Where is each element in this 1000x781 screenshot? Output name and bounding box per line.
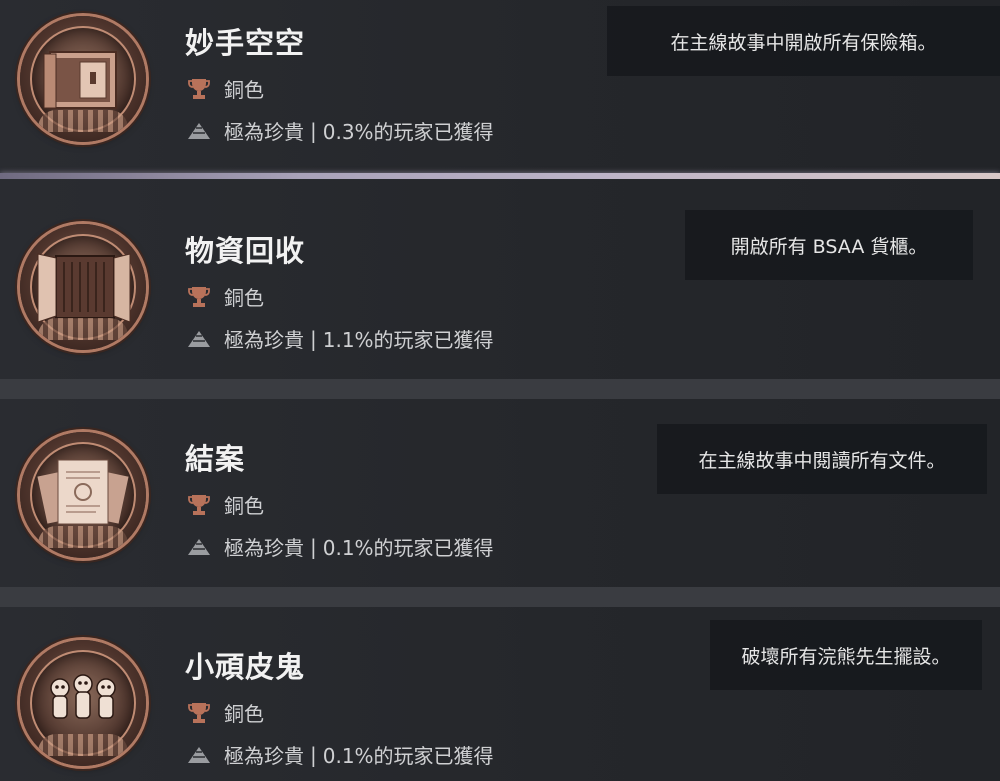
row-separator [0, 587, 1000, 607]
trophy-rarity: 極為珍貴 | 0.1%的玩家已獲得 [186, 532, 494, 561]
rarity-label: 極為珍貴 [224, 536, 304, 560]
bronze-trophy-icon [188, 78, 210, 99]
trophy-description: 開啟所有 BSAA 貨櫃。 [685, 210, 973, 280]
trophy-description: 破壞所有浣熊先生擺設。 [710, 620, 982, 690]
earned-percent: 1.1%的玩家已獲得 [322, 328, 494, 352]
trophy-description: 在主線故事中閱讀所有文件。 [657, 424, 987, 494]
trophy-title: 妙手空空 [185, 26, 306, 60]
trophy-rarity: 極為珍貴 | 1.1%的玩家已獲得 [186, 324, 494, 353]
documents-icon [20, 432, 146, 558]
rarity-pyramid-icon [188, 746, 210, 763]
rarity-pyramid-icon [188, 538, 210, 555]
trophy-rarity: 極為珍貴 | 0.1%的玩家已獲得 [186, 740, 494, 769]
trophy-list: 妙手空空 銅色 極為珍貴 | 0.3%的玩家已獲得 在主線故事中開啟所有保險箱。… [0, 0, 1000, 781]
rarity-label: 極為珍貴 [224, 120, 304, 144]
rarity-label: 極為珍貴 [224, 744, 304, 768]
trophy-grade-label: 銅色 [224, 702, 264, 726]
row-separator [0, 379, 1000, 399]
earned-percent: 0.3%的玩家已獲得 [322, 120, 494, 144]
bronze-trophy-icon [188, 702, 210, 723]
trophy-title: 小頑皮鬼 [185, 650, 306, 684]
trophy-grade: 銅色 [186, 698, 264, 727]
trophy-grade-label: 銅色 [224, 286, 264, 310]
earned-percent: 0.1%的玩家已獲得 [322, 744, 494, 768]
trophy-description: 在主線故事中開啟所有保險箱。 [607, 6, 1000, 76]
earned-percent: 0.1%的玩家已獲得 [322, 536, 494, 560]
container-icon [20, 224, 146, 350]
figurines-icon [20, 640, 146, 766]
bronze-trophy-icon [188, 286, 210, 307]
bronze-trophy-icon [188, 494, 210, 515]
trophy-grade-label: 銅色 [224, 494, 264, 518]
trophy-title: 物資回收 [185, 234, 306, 268]
trophy-grade: 銅色 [186, 490, 264, 519]
trophy-grade: 銅色 [186, 282, 264, 311]
trophy-rarity: 極為珍貴 | 0.3%的玩家已獲得 [186, 116, 494, 145]
safe-icon [20, 16, 146, 142]
trophy-title: 結案 [185, 442, 246, 476]
trophy-grade: 銅色 [186, 74, 264, 103]
rarity-pyramid-icon [188, 330, 210, 347]
trophy-grade-label: 銅色 [224, 78, 264, 102]
rarity-pyramid-icon [188, 122, 210, 139]
rarity-label: 極為珍貴 [224, 328, 304, 352]
